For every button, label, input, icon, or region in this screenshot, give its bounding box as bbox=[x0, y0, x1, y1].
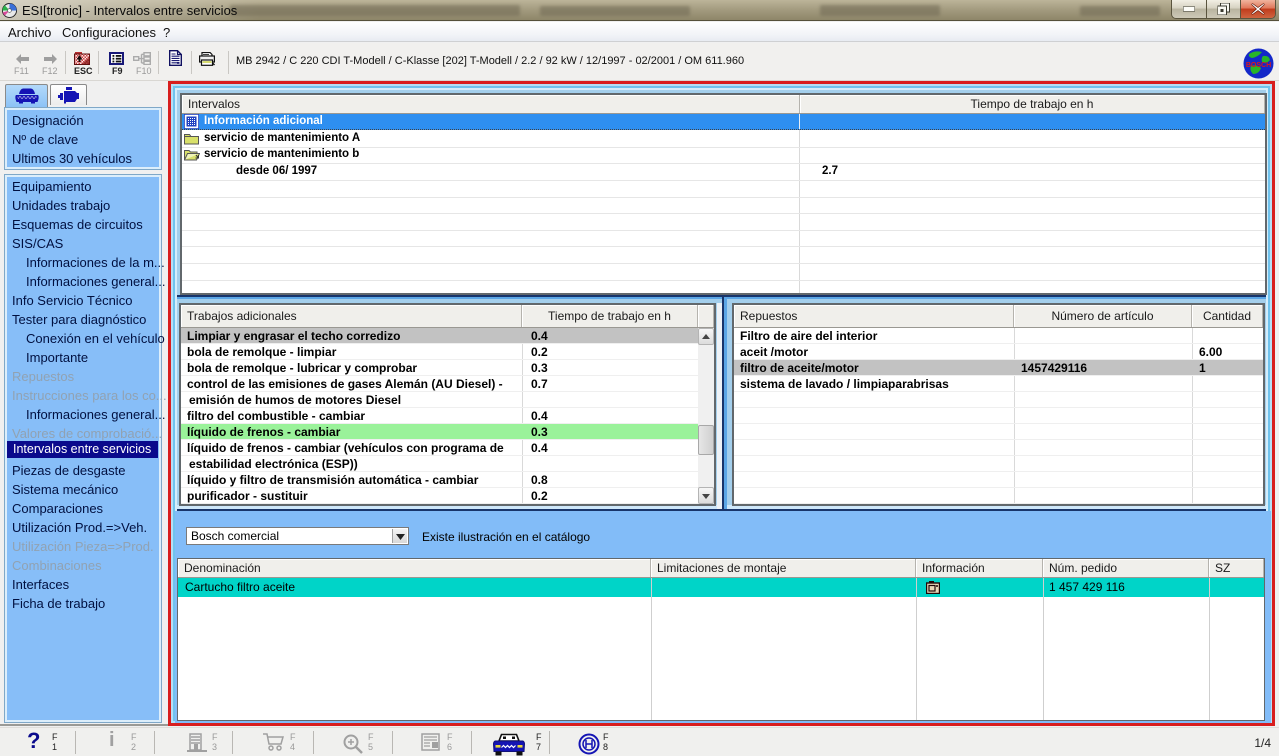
svg-text:BOSCH: BOSCH bbox=[1246, 62, 1271, 69]
